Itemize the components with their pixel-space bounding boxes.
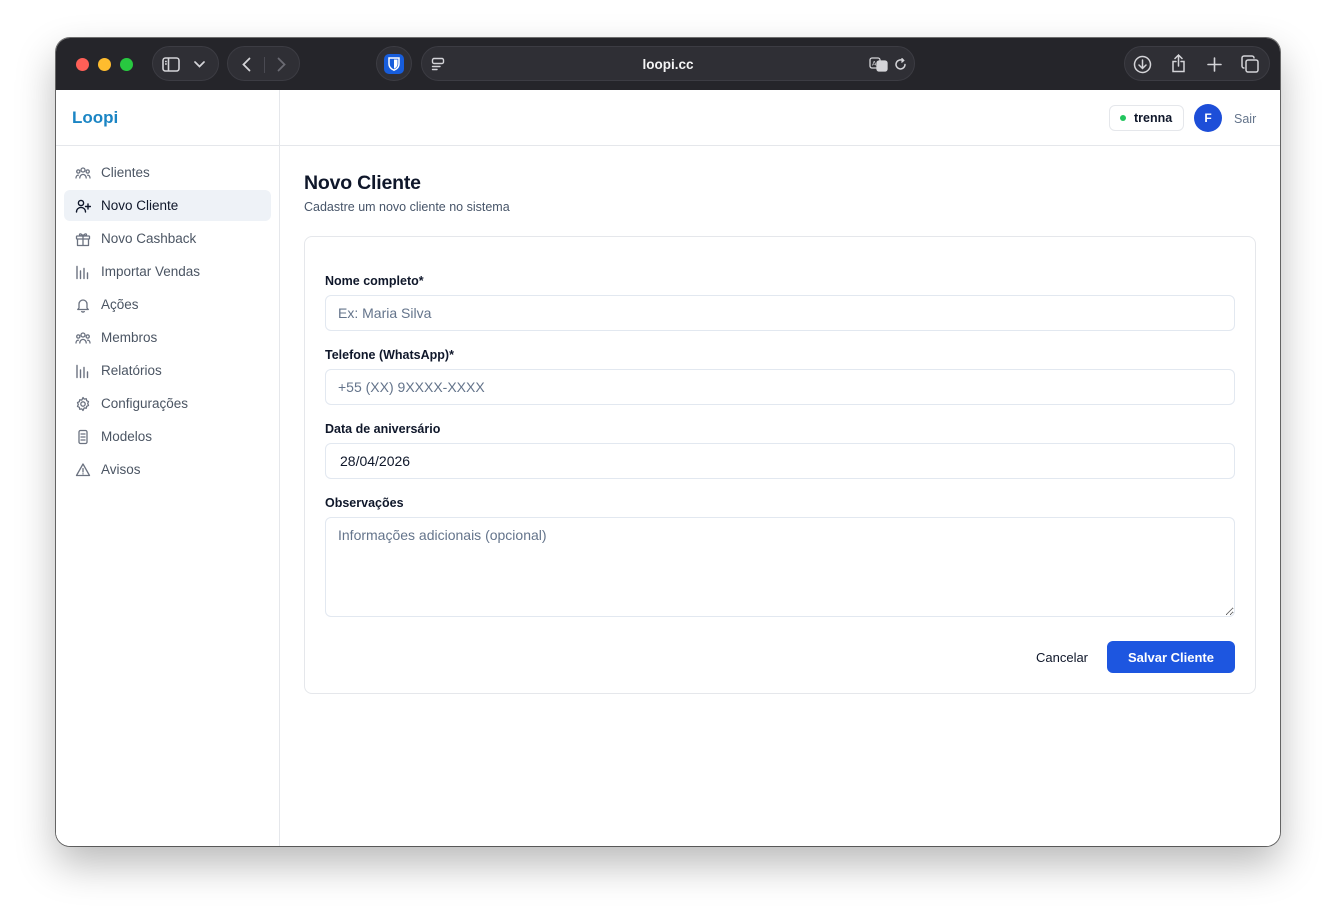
tenant-name: trenna: [1134, 111, 1173, 125]
phone-label: Telefone (WhatsApp)*: [325, 348, 454, 362]
sidebar-item-label: Clientes: [101, 165, 150, 180]
notes-label: Observações: [325, 496, 404, 510]
status-online-dot: [1120, 115, 1126, 121]
new-client-form: Nome completo* Telefone (WhatsApp)* Data…: [304, 236, 1256, 694]
sidebar-item-label: Novo Cashback: [101, 231, 197, 246]
sidebar-item-label: Ações: [101, 297, 139, 312]
users-icon: [75, 330, 91, 346]
sidebar-item-configuracoes[interactable]: Configurações: [64, 388, 271, 419]
chevron-down-icon[interactable]: [191, 56, 207, 72]
avatar[interactable]: F: [1194, 104, 1222, 132]
browser-toolbar: loopi.cc A: [56, 38, 1280, 90]
sidebar-item-clientes[interactable]: Clientes: [64, 157, 271, 188]
app-root: Loopi Clientes Novo Cliente Novo Cashbac…: [56, 90, 1280, 846]
file-icon: [75, 429, 91, 445]
url-text: loopi.cc: [642, 57, 694, 72]
name-input[interactable]: [325, 295, 1235, 331]
sidebar-item-label: Importar Vendas: [101, 264, 201, 279]
sidebar-toggle-icon[interactable]: [161, 55, 181, 73]
app-header: trenna F Sair: [280, 90, 1280, 146]
sidebar: Loopi Clientes Novo Cliente Novo Cashbac…: [56, 90, 280, 846]
translate-icon[interactable]: A: [868, 55, 888, 73]
minimize-window-button[interactable]: [98, 58, 111, 71]
sidebar-item-label: Membros: [101, 330, 158, 345]
sidebar-item-relatorios[interactable]: Relatórios: [64, 355, 271, 386]
back-arrow-icon[interactable]: [237, 55, 255, 73]
sidebar-nav: Clientes Novo Cliente Novo Cashback Impo…: [64, 157, 271, 487]
tab-overview-icon[interactable]: [1240, 54, 1260, 74]
save-client-button[interactable]: Salvar Cliente: [1107, 641, 1235, 673]
cancel-button[interactable]: Cancelar: [1021, 641, 1103, 673]
zoom-window-button[interactable]: [120, 58, 133, 71]
phone-input[interactable]: [325, 369, 1235, 405]
gear-icon: [75, 396, 91, 412]
sidebar-item-label: Relatórios: [101, 363, 162, 378]
gift-icon: [75, 231, 91, 247]
sidebar-item-modelos[interactable]: Modelos: [64, 421, 271, 452]
download-icon[interactable]: [1132, 54, 1152, 74]
sidebar-item-novo-cashback[interactable]: Novo Cashback: [64, 223, 271, 254]
sidebar-item-membros[interactable]: Membros: [64, 322, 271, 353]
sidebar-item-acoes[interactable]: Ações: [64, 289, 271, 320]
shield-icon: [384, 53, 404, 74]
name-label: Nome completo*: [325, 274, 424, 288]
logout-link[interactable]: Sair: [1234, 112, 1256, 126]
forward-arrow-icon[interactable]: [272, 55, 290, 73]
warning-icon: [75, 462, 91, 478]
birthday-label: Data de aniversário: [325, 422, 441, 436]
tenant-badge[interactable]: trenna: [1109, 105, 1185, 131]
browser-window: loopi.cc A Loopi Clientes Novo Cliente N…: [56, 38, 1280, 846]
sidebar-item-importar-vendas[interactable]: Importar Vendas: [64, 256, 271, 287]
address-bar[interactable]: loopi.cc A: [421, 46, 915, 81]
bar-chart-icon: [75, 363, 91, 379]
notes-textarea[interactable]: [325, 517, 1235, 617]
sidebar-item-label: Novo Cliente: [101, 198, 179, 213]
sidebar-item-label: Avisos: [101, 462, 141, 477]
sidebar-item-novo-cliente[interactable]: Novo Cliente: [64, 190, 271, 221]
page-title: Novo Cliente: [304, 172, 421, 194]
sidebar-item-avisos[interactable]: Avisos: [64, 454, 271, 485]
brand-area: Loopi: [56, 90, 279, 146]
toolbar-divider: [264, 57, 265, 73]
sidebar-toggle-group: [152, 46, 219, 81]
birthday-date-input[interactable]: [325, 443, 1235, 479]
bar-chart-icon: [75, 264, 91, 280]
sidebar-item-label: Configurações: [101, 396, 189, 411]
user-plus-icon: [75, 198, 91, 214]
password-manager-extension-button[interactable]: [376, 46, 412, 81]
new-tab-icon[interactable]: [1204, 54, 1224, 74]
reload-icon[interactable]: [892, 56, 908, 72]
brand-logo[interactable]: Loopi: [72, 108, 118, 128]
page-subtitle: Cadastre um novo cliente no sistema: [304, 200, 510, 214]
history-nav-group: [227, 46, 300, 81]
svg-text:A: A: [872, 59, 877, 67]
sidebar-item-label: Modelos: [101, 429, 153, 444]
bell-icon: [75, 297, 91, 313]
share-icon[interactable]: [1168, 53, 1188, 73]
close-window-button[interactable]: [76, 58, 89, 71]
browser-actions-group: [1124, 46, 1270, 81]
users-icon: [75, 165, 91, 181]
